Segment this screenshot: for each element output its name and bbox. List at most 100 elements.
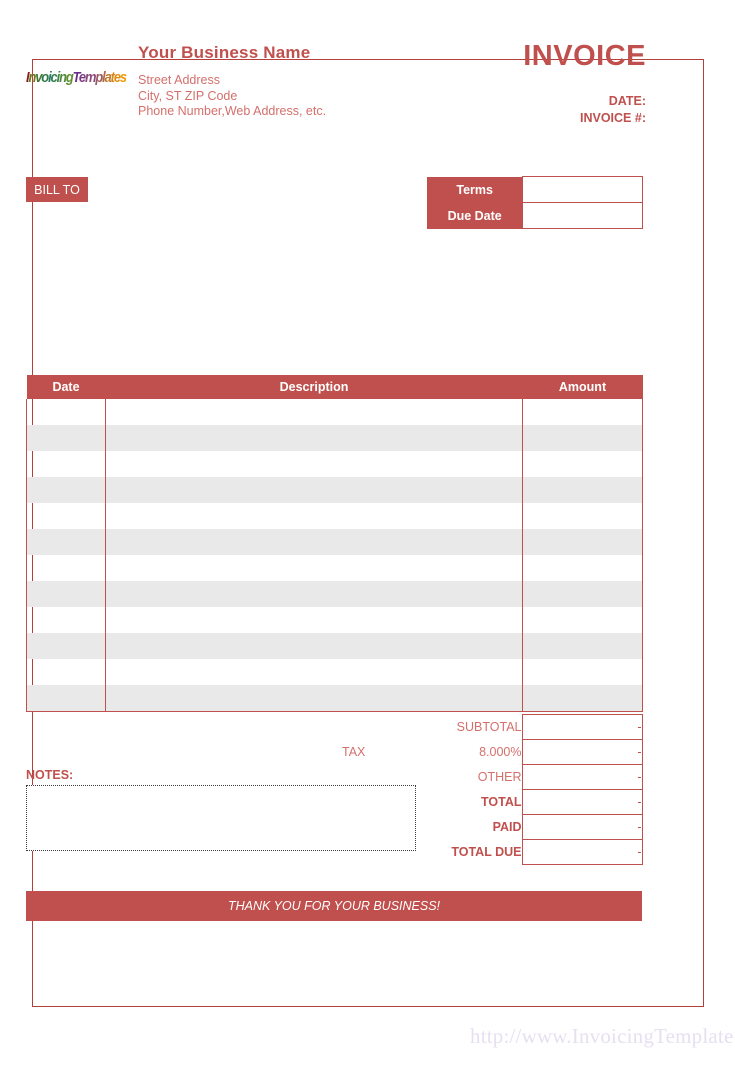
column-header-date: Date	[26, 375, 106, 399]
table-row	[26, 555, 643, 581]
cell-description[interactable]	[106, 399, 523, 425]
cell-date[interactable]	[26, 425, 106, 451]
cell-amount[interactable]	[522, 555, 643, 581]
cell-amount[interactable]	[522, 685, 643, 712]
table-row	[26, 659, 643, 685]
cell-description[interactable]	[106, 555, 523, 581]
invoicing-templates-logo: InvoicingTemplates	[26, 68, 127, 88]
line-items-header-row: Date Description Amount	[26, 375, 643, 399]
cell-date[interactable]	[26, 529, 106, 555]
totals-tax-word	[342, 815, 402, 840]
cell-date[interactable]	[26, 659, 106, 685]
line-items-table: Date Description Amount	[26, 375, 643, 712]
notes-label: NOTES:	[26, 768, 74, 782]
cell-description[interactable]	[105, 425, 523, 451]
totals-row: TAX 8.000% -	[342, 739, 643, 765]
cell-description[interactable]	[105, 685, 523, 712]
totals-label: OTHER	[477, 770, 522, 784]
cell-amount[interactable]	[522, 399, 643, 425]
bill-to-badge: BILL TO	[26, 177, 88, 202]
column-header-amount: Amount	[522, 375, 643, 399]
table-row	[26, 399, 643, 425]
logo-letter-1: n	[28, 69, 36, 86]
cell-date[interactable]	[26, 503, 106, 529]
cell-description[interactable]	[105, 529, 523, 555]
cell-amount[interactable]	[522, 477, 643, 503]
cell-date[interactable]	[26, 451, 106, 477]
totals-row: TOTAL -	[342, 789, 643, 815]
business-address-line-2: City, ST ZIP Code	[138, 88, 238, 103]
logo-letter-12: p	[95, 69, 103, 86]
cell-description[interactable]	[106, 607, 523, 633]
totals-label: PAID	[492, 820, 522, 834]
due-date-value-field[interactable]	[522, 202, 643, 229]
bill-to-input-area[interactable]	[26, 204, 426, 354]
table-row	[26, 633, 643, 659]
cell-description[interactable]	[105, 581, 523, 607]
cell-amount[interactable]	[522, 451, 643, 477]
cell-amount[interactable]	[522, 503, 643, 529]
cell-description[interactable]	[106, 659, 523, 685]
totals-value[interactable]: -	[521, 739, 643, 765]
line-items-body	[26, 399, 643, 712]
terms-table-body: Terms Due Date	[427, 176, 643, 229]
invoice-meta-block: DATE: INVOICE #:	[580, 93, 646, 127]
invoice-number-label: INVOICE #:	[580, 111, 646, 125]
due-date-label: Due Date	[427, 202, 523, 229]
table-row	[26, 503, 643, 529]
site-watermark: http://www.InvoicingTemplate.com	[470, 1024, 735, 1048]
terms-table: Terms Due Date	[427, 176, 643, 229]
cell-amount[interactable]	[522, 633, 643, 659]
cell-date[interactable]	[26, 399, 106, 425]
totals-row: SUBTOTAL -	[342, 714, 643, 740]
totals-value[interactable]: -	[521, 764, 643, 790]
logo-letter-17: s	[119, 69, 127, 86]
logo-letter-11: m	[84, 69, 96, 86]
totals-tax-word	[342, 765, 402, 790]
due-date-row: Due Date	[427, 202, 643, 229]
cell-amount[interactable]	[522, 581, 643, 607]
totals-value[interactable]: -	[521, 789, 643, 815]
table-row	[26, 529, 643, 555]
cell-amount[interactable]	[522, 529, 643, 555]
cell-date[interactable]	[26, 685, 106, 712]
totals-tax-word: TAX	[342, 745, 366, 759]
table-row	[26, 607, 643, 633]
terms-label: Terms	[427, 176, 523, 203]
cell-description[interactable]	[105, 633, 523, 659]
totals-row: TOTAL DUE -	[342, 839, 643, 865]
terms-row: Terms	[427, 176, 643, 203]
invoice-header: InvoicingTemplates Your Business Name St…	[26, 40, 646, 142]
cell-date[interactable]	[26, 555, 106, 581]
terms-value-field[interactable]	[522, 176, 643, 203]
table-row	[26, 685, 643, 712]
table-row	[26, 477, 643, 503]
totals-tax-word	[342, 715, 402, 740]
cell-date[interactable]	[26, 477, 106, 503]
table-row	[26, 451, 643, 477]
totals-label: TOTAL	[480, 795, 522, 809]
totals-label: 8.000%	[479, 745, 522, 759]
totals-label: TOTAL DUE	[451, 845, 522, 859]
cell-amount[interactable]	[522, 659, 643, 685]
totals-row: PAID -	[342, 814, 643, 840]
cell-description[interactable]	[105, 477, 523, 503]
cell-description[interactable]	[106, 503, 523, 529]
cell-date[interactable]	[26, 607, 106, 633]
table-row	[26, 581, 643, 607]
cell-date[interactable]	[26, 581, 106, 607]
date-label: DATE:	[608, 94, 646, 108]
cell-description[interactable]	[106, 451, 523, 477]
cell-amount[interactable]	[522, 607, 643, 633]
totals-table: SUBTOTAL - TAX 8.000% - OTHER - TOTAL - PAID - TOTA…	[342, 714, 643, 865]
totals-value[interactable]: -	[521, 814, 643, 840]
column-header-description: Description	[105, 375, 523, 399]
logo-letter-3: o	[41, 69, 49, 86]
cell-date[interactable]	[26, 633, 106, 659]
table-row	[26, 425, 643, 451]
business-address-line-3: Phone Number,Web Address, etc.	[138, 104, 327, 118]
cell-amount[interactable]	[522, 425, 643, 451]
totals-value[interactable]: -	[521, 839, 643, 865]
thank-you-banner: THANK YOU FOR YOUR BUSINESS!	[26, 891, 642, 921]
totals-value[interactable]: -	[521, 714, 643, 740]
